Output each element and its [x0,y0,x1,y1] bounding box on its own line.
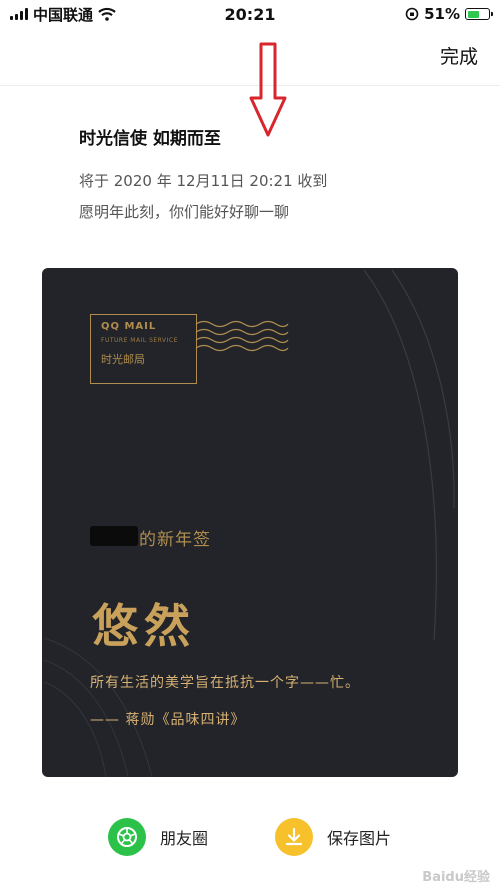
status-bar: 中国联通 20:21 51% [0,0,500,28]
status-right: 51% [320,5,493,23]
stamp-title: QQ MAIL [101,321,157,332]
battery-icon [465,8,493,20]
headline: 悠然 [92,599,196,653]
lock-rotation-icon [405,7,419,21]
quote-text: 所有生活的美学旨在抵抗一个字——忙。 [90,675,360,691]
delivery-time-text: 将于 2020 年 12月11日 20:21 收到 [79,172,328,190]
redacted-name [90,526,138,546]
message-text: 愿明年此刻，你们能好好聊一聊 [79,203,290,221]
status-left: 中国联通 [10,4,180,25]
postmark-stamp: QQ MAIL FUTURE MAIL SERVICE 时光邮局 [90,314,197,384]
battery-percent: 51% [424,5,460,23]
camera-shutter-icon [108,818,146,856]
greeting-card: QQ MAIL FUTURE MAIL SERVICE 时光邮局 的新年签 悠然… [42,268,458,777]
moments-label: 朋友圈 [160,829,209,848]
page-title: 时光信使 如期而至 [79,129,221,149]
download-icon [275,818,313,856]
share-moments-button[interactable]: 朋友圈 [108,818,208,856]
stamp-subtitle: FUTURE MAIL SERVICE [101,337,178,344]
stamp-chinese: 时光邮局 [101,353,145,366]
save-image-button[interactable]: 保存图片 [275,818,391,856]
subtitle-block: 将于 2020 年 12月11日 20:21 收到 愿明年此刻，你们能好好聊一聊 [79,166,327,228]
signal-icon [10,8,28,20]
save-label: 保存图片 [327,829,392,848]
postmark-waves-icon [195,320,289,352]
red-down-arrow [249,42,287,137]
done-button[interactable]: 完成 [440,42,478,69]
baidu-watermark: Baidu经验 [422,870,490,885]
wifi-icon [98,7,116,21]
quote-author: —— 蒋勋《品味四讲》 [90,712,246,728]
greeting-text: 的新年签 [139,530,211,550]
carrier-name: 中国联通 [33,5,94,24]
status-time: 20:21 [224,4,276,24]
